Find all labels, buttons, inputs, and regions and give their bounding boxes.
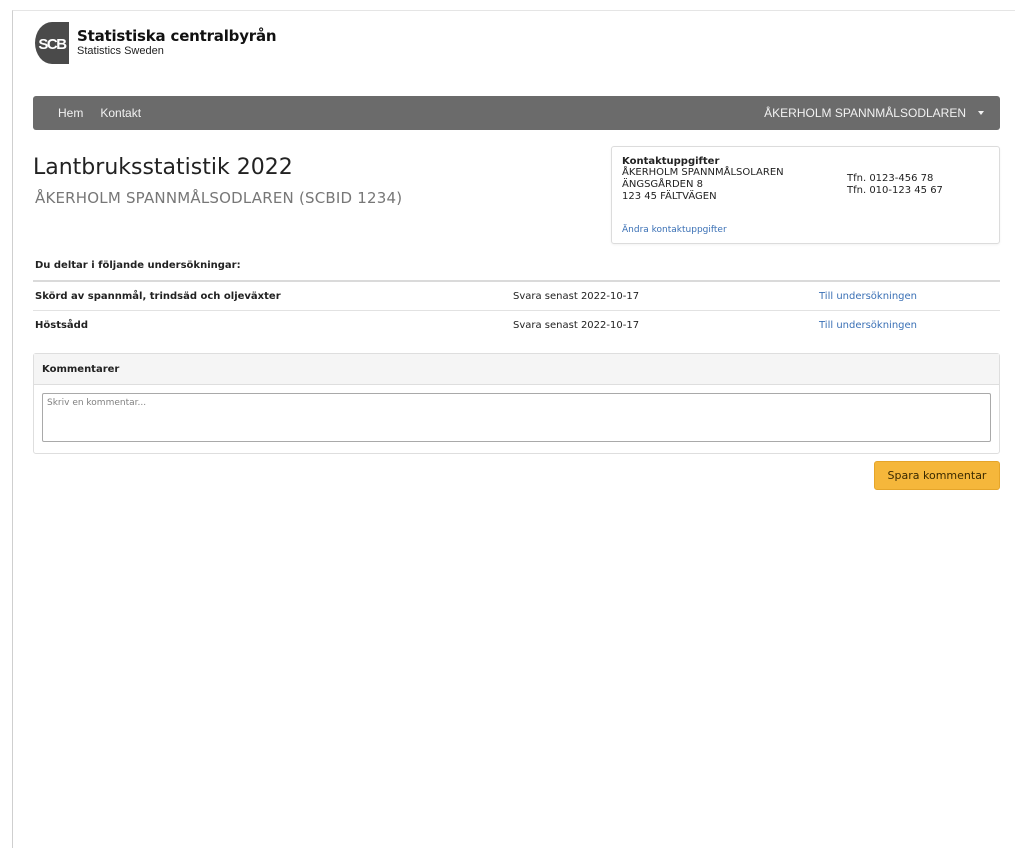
navbar: Hem Kontakt ÅKERHOLM SPANNMÅLSODLAREN [33, 96, 1000, 130]
table-row: Skörd av spannmål, trindsäd och oljeväxt… [33, 280, 1000, 311]
page-subtitle: ÅKERHOLM SPANNMÅLSODLAREN (SCBID 1234) [35, 189, 403, 207]
comments-panel: Kommentarer [33, 353, 1000, 454]
surveys-table: Skörd av spannmål, trindsäd och oljeväxt… [33, 280, 1000, 339]
table-row: Höstsådd Svara senast 2022-10-17 Till un… [33, 310, 1000, 339]
contact-title: Kontaktuppgifter [622, 156, 720, 167]
edit-contact-link[interactable]: Ändra kontaktuppgifter [622, 225, 727, 235]
user-menu-dropdown[interactable]: ÅKERHOLM SPANNMÅLSODLAREN [764, 96, 984, 130]
open-survey-link[interactable]: Till undersökningen [819, 291, 917, 302]
surveys-heading: Du deltar i följande undersökningar: [35, 260, 241, 271]
comments-header: Kommentarer [34, 354, 999, 385]
caret-down-icon [978, 111, 984, 115]
page-title: Lantbruksstatistik 2022 [33, 155, 293, 180]
survey-name: Skörd av spannmål, trindsäd och oljeväxt… [33, 280, 513, 311]
comment-input[interactable] [42, 393, 991, 442]
contact-phone-1: Tfn. 0123-456 78 [847, 173, 934, 184]
scb-logo-mark: SCB [35, 22, 69, 64]
logo-subtitle: Statistics Sweden [77, 45, 164, 57]
save-comment-button[interactable]: Spara kommentar [874, 461, 1000, 490]
nav-home-link[interactable]: Hem [58, 106, 83, 120]
scb-logo[interactable]: SCB Statistiska centralbyrån Statistics … [35, 22, 277, 64]
contact-card: Kontaktuppgifter ÅKERHOLM SPANNMÅLSOLARE… [611, 146, 1000, 244]
nav-contact-link[interactable]: Kontakt [100, 106, 141, 120]
survey-due-date: Svara senast 2022-10-17 [513, 310, 819, 339]
survey-name: Höstsådd [33, 310, 513, 339]
contact-phone-2: Tfn. 010-123 45 67 [847, 185, 943, 196]
open-survey-link[interactable]: Till undersökningen [819, 320, 917, 331]
survey-due-date: Svara senast 2022-10-17 [513, 280, 819, 311]
user-menu-label: ÅKERHOLM SPANNMÅLSODLAREN [764, 106, 966, 120]
logo-title: Statistiska centralbyrån [77, 27, 277, 45]
svg-text:SCB: SCB [38, 36, 67, 53]
